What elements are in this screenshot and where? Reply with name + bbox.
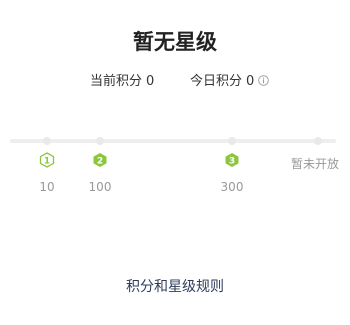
info-icon[interactable]: [258, 75, 270, 86]
current-points-value: 0: [146, 74, 155, 89]
not-open-label: 暂未开放: [291, 157, 340, 171]
level-1-badge-number: 1: [44, 156, 50, 166]
current-points-label: 当前积分: [90, 74, 143, 89]
level-3-badge-number: 3: [229, 156, 235, 166]
level-2-badge-icon: 2: [92, 152, 108, 168]
level-1-points: 10: [39, 180, 55, 194]
level-progress-track: [10, 139, 336, 143]
level-node: [43, 137, 51, 145]
page-title: 暂无星级: [133, 30, 217, 54]
level-node: [96, 137, 104, 145]
level-node: [314, 137, 322, 145]
points-rules-link[interactable]: 积分和星级规则: [0, 276, 350, 296]
level-2-badge-number: 2: [97, 156, 103, 166]
today-points-label: 今日积分: [190, 74, 243, 89]
level-1-badge-icon: 1: [39, 152, 55, 168]
level-3-points: 300: [220, 180, 244, 194]
current-points: 当前积分 0: [90, 70, 154, 89]
level-node: [228, 137, 236, 145]
level-3-badge-icon: 3: [224, 152, 240, 168]
today-points-value: 0: [246, 74, 255, 89]
level-2-points: 100: [88, 180, 112, 194]
today-points: 今日积分 0: [190, 70, 270, 89]
